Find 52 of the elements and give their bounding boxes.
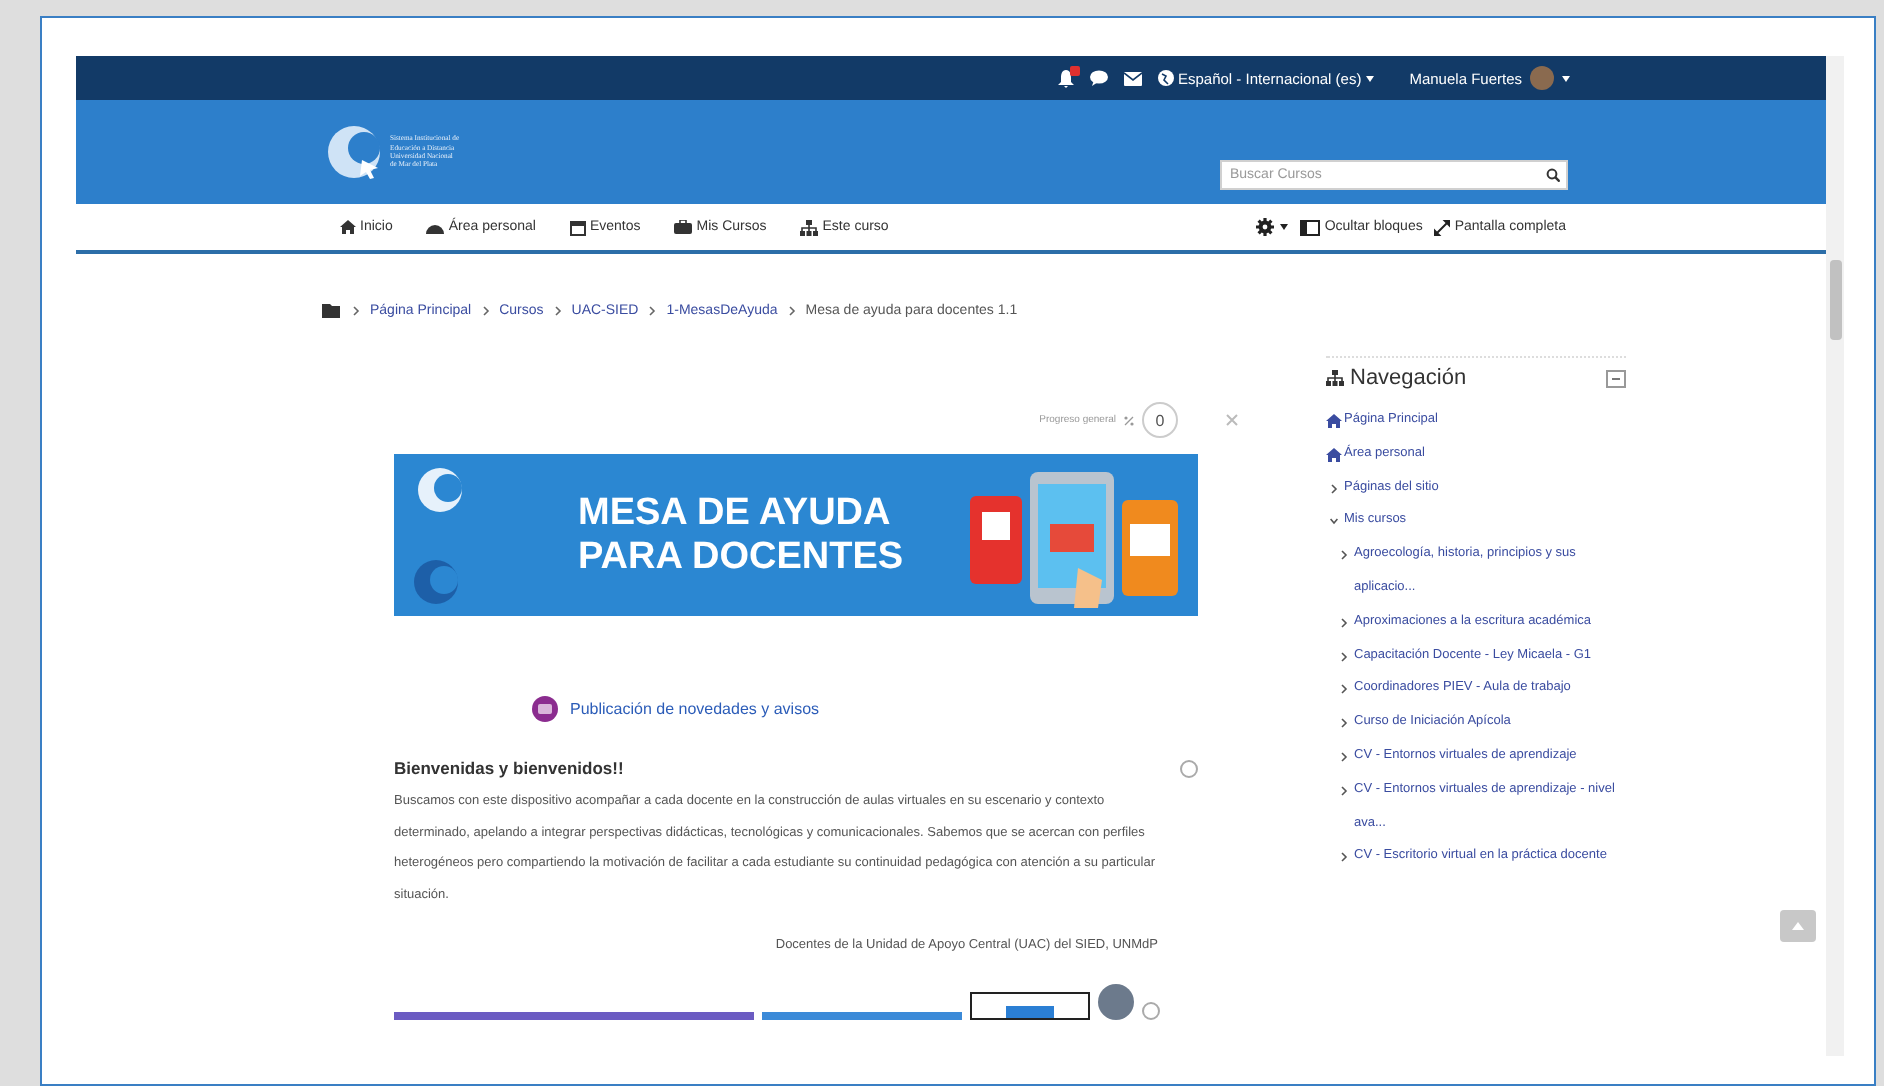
bell-icon[interactable] bbox=[1058, 69, 1074, 87]
chevron-right-icon[interactable] bbox=[1340, 550, 1348, 561]
avatar-icon bbox=[1530, 66, 1554, 90]
chevron-right-icon[interactable] bbox=[1340, 684, 1348, 695]
crescent-logo-icon bbox=[326, 124, 382, 180]
chevron-right-icon[interactable] bbox=[1340, 852, 1348, 863]
completion-checkbox[interactable] bbox=[1142, 1002, 1160, 1020]
home-icon bbox=[1326, 414, 1342, 428]
calendar-icon bbox=[569, 219, 586, 235]
up-caret-icon bbox=[1792, 922, 1804, 930]
envelope-icon[interactable] bbox=[1124, 71, 1142, 85]
home-icon bbox=[1326, 447, 1342, 462]
block-title: Navegación bbox=[1350, 366, 1467, 390]
expand-arrows-icon bbox=[1434, 219, 1451, 235]
chevron-icon bbox=[648, 305, 657, 315]
chevron-icon bbox=[787, 305, 796, 315]
chevron-down-icon[interactable] bbox=[1330, 516, 1338, 527]
chevron-icon bbox=[553, 305, 562, 315]
sitemap-icon bbox=[800, 219, 819, 235]
scrollbar-thumb[interactable] bbox=[1829, 260, 1841, 340]
settings-icon bbox=[1256, 218, 1275, 236]
chevron-right-icon[interactable] bbox=[1330, 483, 1338, 494]
course-tile[interactable] bbox=[394, 1012, 754, 1020]
accessibility-button[interactable] bbox=[1098, 984, 1134, 1020]
chevron-right-icon[interactable] bbox=[1340, 617, 1348, 628]
settings-menu[interactable] bbox=[1256, 218, 1289, 236]
completion-checkbox[interactable] bbox=[1180, 759, 1198, 777]
chevron-right-icon[interactable] bbox=[1340, 651, 1348, 662]
chat-bubble-icon[interactable] bbox=[1090, 70, 1108, 86]
forum-link[interactable]: Publicación de novedades y avisos bbox=[570, 700, 820, 718]
chevron-icon bbox=[481, 305, 490, 315]
percent-icon bbox=[1124, 415, 1134, 425]
briefcase-icon bbox=[674, 220, 693, 234]
chevron-right-icon[interactable] bbox=[1340, 785, 1348, 796]
message-icon bbox=[538, 704, 552, 714]
progress-count: 0 bbox=[1142, 402, 1178, 438]
sidebar-panel-icon bbox=[1300, 219, 1321, 235]
folder-icon[interactable] bbox=[322, 302, 342, 318]
home-icon bbox=[340, 220, 356, 234]
search-icon[interactable] bbox=[1546, 167, 1560, 181]
chevron-right-icon[interactable] bbox=[1340, 751, 1348, 762]
image-thumbnail bbox=[970, 992, 1090, 1020]
gauge-icon bbox=[426, 220, 445, 234]
sitemap-icon bbox=[1326, 370, 1344, 386]
collapse-block-button[interactable] bbox=[1606, 369, 1626, 387]
banner-title: PARA DOCENTES bbox=[578, 535, 904, 579]
globe-icon bbox=[1158, 70, 1174, 86]
section-title: Bienvenidas y bienvenidos!! bbox=[394, 758, 624, 778]
chevron-icon bbox=[352, 305, 360, 315]
banner-title: MESA DE AYUDA bbox=[578, 491, 893, 535]
course-tile[interactable] bbox=[762, 1012, 962, 1020]
chevron-right-icon[interactable] bbox=[1340, 718, 1348, 729]
